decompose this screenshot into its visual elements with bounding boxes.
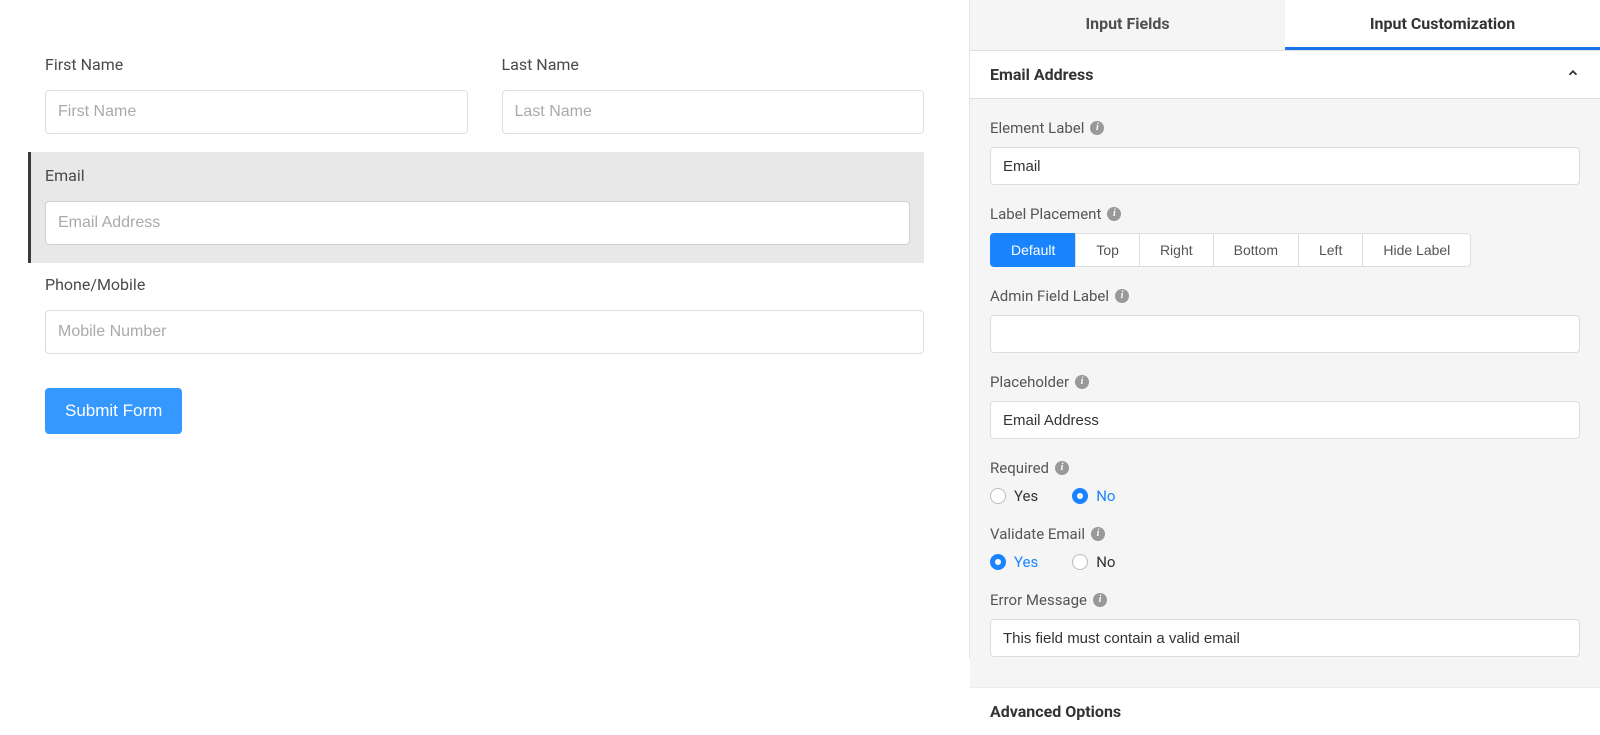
last-name-label: Last Name bbox=[502, 55, 925, 74]
placement-left[interactable]: Left bbox=[1298, 233, 1362, 267]
placement-top[interactable]: Top bbox=[1075, 233, 1139, 267]
radio-icon bbox=[1072, 488, 1088, 504]
phone-label: Phone/Mobile bbox=[45, 275, 924, 294]
info-icon[interactable]: i bbox=[1091, 527, 1105, 541]
required-yes[interactable]: Yes bbox=[990, 487, 1038, 505]
info-icon[interactable]: i bbox=[1115, 289, 1129, 303]
phone-input[interactable] bbox=[45, 310, 924, 354]
validate-yes[interactable]: Yes bbox=[990, 553, 1038, 571]
tab-input-fields[interactable]: Input Fields bbox=[970, 0, 1285, 50]
submit-button[interactable]: Submit Form bbox=[45, 388, 182, 434]
placement-bottom[interactable]: Bottom bbox=[1213, 233, 1298, 267]
info-icon[interactable]: i bbox=[1055, 461, 1069, 475]
section-header-email[interactable]: Email Address bbox=[970, 51, 1600, 99]
placeholder-input[interactable] bbox=[990, 401, 1580, 439]
validate-email-label: Validate Email i bbox=[990, 525, 1580, 543]
placeholder-label: Placeholder i bbox=[990, 373, 1580, 391]
info-icon[interactable]: i bbox=[1093, 593, 1107, 607]
required-radio-group: Yes No bbox=[990, 487, 1580, 505]
first-name-label: First Name bbox=[45, 55, 468, 74]
section-title: Email Address bbox=[990, 65, 1093, 84]
advanced-options-title: Advanced Options bbox=[990, 702, 1121, 721]
info-icon[interactable]: i bbox=[1075, 375, 1089, 389]
email-label: Email bbox=[45, 166, 910, 185]
label-placement-group: Default Top Right Bottom Left Hide Label bbox=[990, 233, 1580, 267]
email-input[interactable] bbox=[45, 201, 910, 245]
field-email[interactable]: Email bbox=[28, 152, 924, 263]
info-icon[interactable]: i bbox=[1090, 121, 1104, 135]
required-no[interactable]: No bbox=[1072, 487, 1115, 505]
error-message-input[interactable] bbox=[990, 619, 1580, 657]
field-phone[interactable]: Phone/Mobile bbox=[45, 275, 924, 372]
placement-right[interactable]: Right bbox=[1139, 233, 1213, 267]
form-preview: First Name Last Name Email Phone/Mobile … bbox=[0, 0, 970, 659]
validate-no[interactable]: No bbox=[1072, 553, 1115, 571]
radio-icon bbox=[990, 554, 1006, 570]
config-panel: Input Fields Input Customization Email A… bbox=[970, 0, 1600, 659]
required-label: Required i bbox=[990, 459, 1580, 477]
label-placement-label: Label Placement i bbox=[990, 205, 1580, 223]
element-label-input[interactable] bbox=[990, 147, 1580, 185]
info-icon[interactable]: i bbox=[1107, 207, 1121, 221]
tab-input-customization[interactable]: Input Customization bbox=[1285, 0, 1600, 50]
radio-icon bbox=[1072, 554, 1088, 570]
panel-tabs: Input Fields Input Customization bbox=[970, 0, 1600, 51]
last-name-input[interactable] bbox=[502, 90, 925, 134]
advanced-options-header[interactable]: Advanced Options bbox=[970, 687, 1600, 735]
section-body: Element Label i Label Placement i Defaul… bbox=[970, 99, 1600, 687]
radio-icon bbox=[990, 488, 1006, 504]
field-first-name[interactable]: First Name bbox=[45, 55, 468, 152]
first-name-input[interactable] bbox=[45, 90, 468, 134]
placement-default[interactable]: Default bbox=[990, 233, 1075, 267]
placement-hide[interactable]: Hide Label bbox=[1362, 233, 1471, 267]
element-label-label: Element Label i bbox=[990, 119, 1580, 137]
admin-field-label-input[interactable] bbox=[990, 315, 1580, 353]
error-message-label: Error Message i bbox=[990, 591, 1580, 609]
admin-field-label-label: Admin Field Label i bbox=[990, 287, 1580, 305]
field-last-name[interactable]: Last Name bbox=[502, 55, 925, 152]
validate-email-radio-group: Yes No bbox=[990, 553, 1580, 571]
chevron-up-icon bbox=[1566, 66, 1580, 84]
